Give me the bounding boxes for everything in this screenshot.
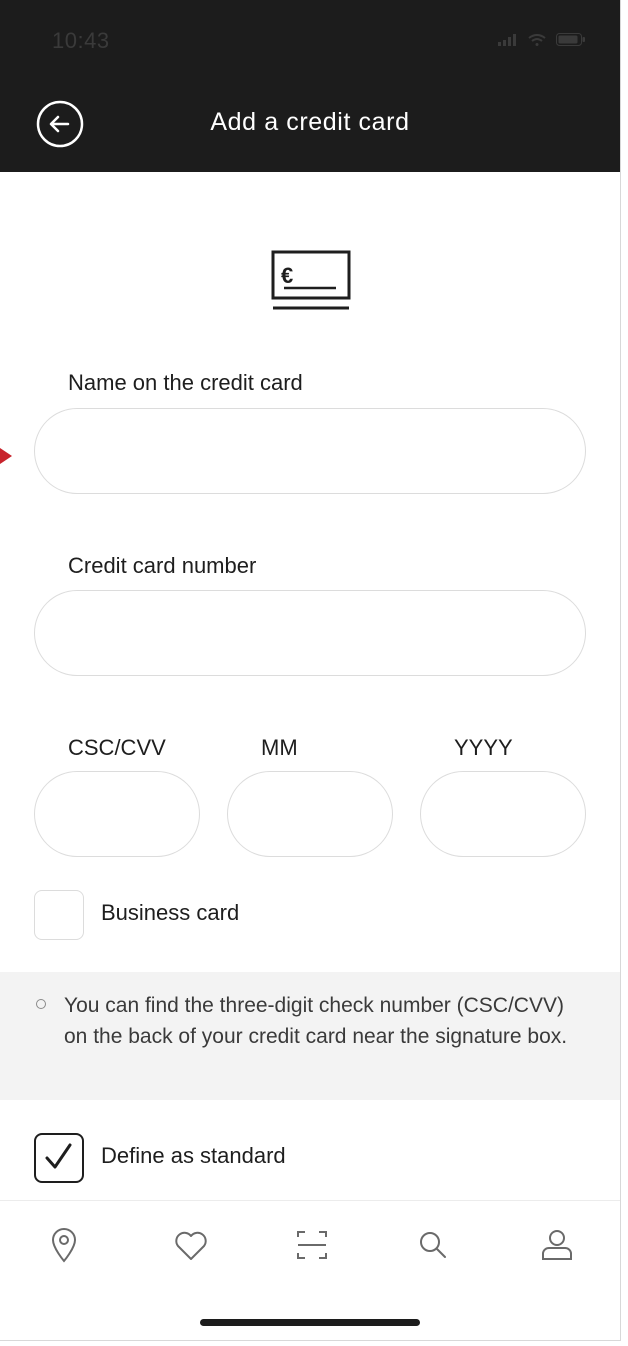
define-standard-label: Define as standard <box>101 1143 286 1168</box>
cvv-label: CSC/CVV <box>68 735 166 760</box>
card-number-input[interactable] <box>34 590 586 676</box>
business-card-checkbox[interactable] <box>34 890 84 940</box>
search-icon[interactable] <box>413 1225 453 1265</box>
phone-screen: 10:43 Add a credit card € Name on the cr… <box>0 0 621 1341</box>
euro-symbol: € <box>281 263 293 288</box>
info-box: You can find the three-digit check numbe… <box>0 972 620 1100</box>
bottom-nav <box>0 1200 620 1340</box>
pointer-arrow-icon <box>0 448 12 464</box>
business-card-label: Business card <box>101 900 240 925</box>
checkmark-icon <box>45 1143 72 1169</box>
home-indicator <box>200 1319 420 1326</box>
status-icons <box>498 33 586 46</box>
location-pin-icon[interactable] <box>44 1225 84 1265</box>
scan-icon[interactable] <box>292 1225 332 1265</box>
status-time: 10:43 <box>52 28 110 53</box>
info-text: You can find the three-digit check numbe… <box>64 994 568 1048</box>
info-bullet-icon <box>36 999 46 1009</box>
year-input[interactable] <box>420 771 586 857</box>
battery-icon <box>556 33 585 46</box>
year-label: YYYY <box>454 735 513 760</box>
user-icon[interactable] <box>537 1225 577 1265</box>
cvv-input[interactable] <box>34 771 200 857</box>
app-header: 10:43 Add a credit card <box>0 0 620 172</box>
month-label: MM <box>261 735 298 760</box>
euro-credit-card-icon: € <box>271 250 351 310</box>
wifi-icon <box>528 34 546 46</box>
name-on-card-input[interactable] <box>34 408 586 494</box>
name-label: Name on the credit card <box>68 370 303 395</box>
heart-icon[interactable] <box>171 1225 211 1265</box>
signal-icon <box>498 34 516 46</box>
card-number-label: Credit card number <box>68 553 257 578</box>
page-title: Add a credit card <box>210 108 410 136</box>
define-standard-checkbox[interactable] <box>34 1133 84 1183</box>
month-input[interactable] <box>227 771 393 857</box>
